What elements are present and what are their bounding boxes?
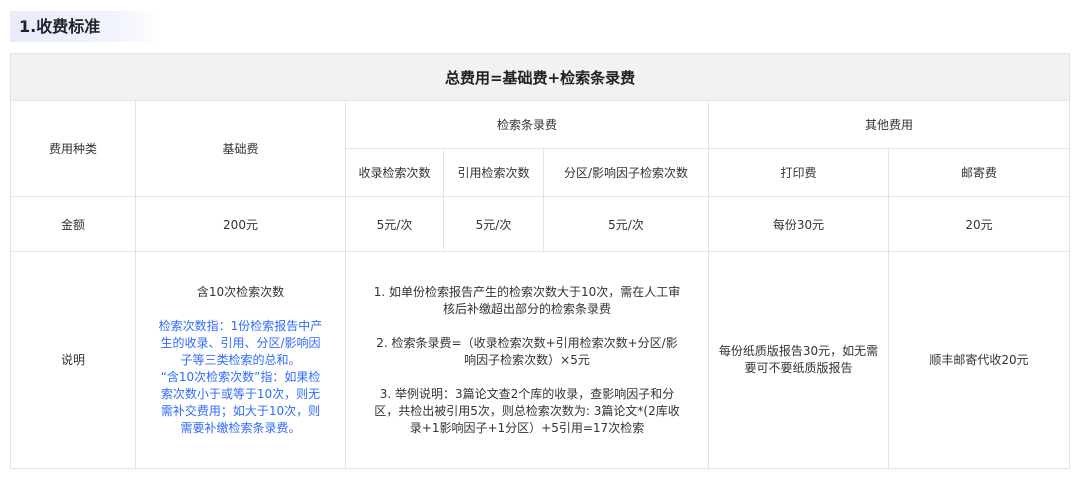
- partition-amount: 5元/次: [543, 196, 709, 252]
- table-header-row: 总费用=基础费+检索条录费: [9, 53, 1071, 101]
- section-title: 1.收费标准: [10, 11, 160, 42]
- basic-description: 含10次检索次数 检索次数指：1份检索报告中产生的收录、引用、分区/影响因子等三…: [135, 251, 346, 469]
- retrieval-fee-label: 检索条录费: [345, 100, 709, 149]
- basic-fee-label: 基础费: [135, 100, 346, 197]
- cited-count-label: 引用检索次数: [443, 148, 544, 197]
- print-description: 每份纸质版报告30元，如无需要可不要纸质版报告: [708, 251, 889, 469]
- category-row: 费用种类 基础费 检索条录费 其他费用: [10, 100, 1071, 197]
- retrieval-note-1: 1. 如单份检索报告产生的检索次数大于10次，需在人工审核后补缴超出部分的检索条…: [373, 284, 681, 316]
- fee-table: 总费用=基础费+检索条录费 费用种类 基础费 检索条录费 其他费用 收录检索次数…: [9, 53, 1071, 469]
- fee-type-label: 费用种类: [10, 100, 136, 197]
- cited-amount: 5元/次: [443, 196, 544, 252]
- included-amount: 5元/次: [345, 196, 444, 252]
- basic-note-definition: 检索次数指：1份检索报告中产生的收录、引用、分区/影响因子等三类检索的总和。: [158, 318, 323, 367]
- retrieval-note-2: 2. 检索条录费=（收录检索次数+引用检索次数+分区/影响因子检索次数）×5元: [376, 335, 678, 367]
- description-label: 说明: [10, 251, 136, 469]
- retrieval-description: 1. 如单份检索报告产生的检索次数大于10次，需在人工审核后补缴超出部分的检索条…: [345, 251, 709, 469]
- amount-row: 金额 200元 5元/次 5元/次 5元/次 每份30元 20元: [10, 196, 1071, 252]
- basic-main-text: 含10次检索次数: [196, 284, 285, 299]
- included-count-label: 收录检索次数: [345, 148, 444, 197]
- mail-fee-label: 邮寄费: [887, 148, 1071, 197]
- basic-amount: 200元: [135, 196, 346, 252]
- mail-description: 顺丰邮寄代收20元: [887, 251, 1071, 469]
- mail-amount: 20元: [887, 196, 1071, 252]
- print-fee-label: 打印费: [708, 148, 889, 197]
- total-fee-header: 总费用=基础费+检索条录费: [9, 53, 1071, 101]
- partition-count-label: 分区/影响因子检索次数: [543, 148, 709, 197]
- amount-label: 金额: [10, 196, 136, 252]
- basic-note-rule: “含10次检索次数”指：如果检索次数小于或等于10次，则无需补交费用；如大于10…: [160, 369, 321, 435]
- other-fee-label: 其他费用: [707, 100, 1071, 149]
- retrieval-note-3: 3. 举例说明：3篇论文查2个库的收录，查影响因子和分区，共检出被引用5次，则总…: [374, 386, 680, 435]
- print-amount: 每份30元: [708, 196, 889, 252]
- description-row: 说明 含10次检索次数 检索次数指：1份检索报告中产生的收录、引用、分区/影响因…: [10, 251, 1071, 469]
